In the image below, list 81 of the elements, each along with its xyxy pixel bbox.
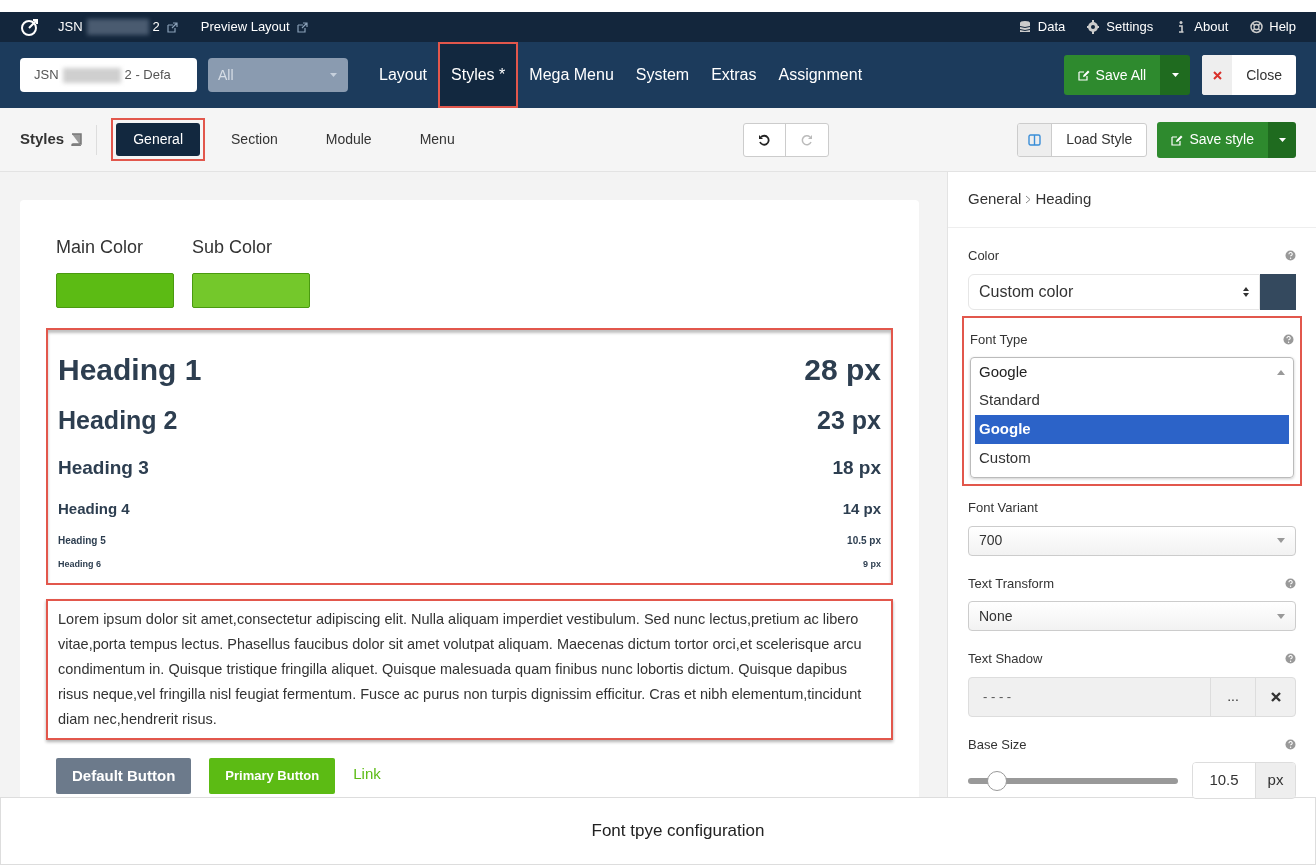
about-menu-link[interactable]: About [1175, 17, 1229, 37]
redacted-block [86, 19, 149, 35]
logo-icon [20, 17, 40, 37]
heading-size: 28 px [804, 351, 881, 388]
caret-down-icon [1277, 136, 1287, 143]
field-label: Base Size [968, 735, 1027, 754]
data-menu-link[interactable]: Data [1018, 17, 1066, 37]
gear-icon [1087, 20, 1101, 34]
dropdown-option[interactable]: Google [975, 415, 1289, 444]
sub-tab[interactable]: Menu [402, 123, 472, 156]
close-icon [1212, 70, 1222, 80]
heading-sample: Heading 2 [58, 405, 178, 437]
undo-icon [758, 133, 771, 146]
select-field[interactable]: 700 [968, 525, 1296, 556]
external-link-icon [295, 20, 309, 34]
lorem-paragraph: Lorem ipsum dolor sit amet,consectetur adipiscing elit. Nulla aliquam imperdiet vestibulum. Sed nunc lectus,pretium ac libero vitae,porta tempus lectus. Phasellus faucibus dolor sit amet volutpat aliquam. Maecenas dictum tortor orci,et scelerisque arcu condimentum in. Quisque tristique fringilla aliquet. Quisque malesuada quam finibus nunc lobortis dictum. Quisque dapibus risus neque,vel fringilla nisl feugiat fermentum. Fusce ac purus non turpis dignissim efficitur. Cras et nibh elementum,tincidunt diam nec,hendrerit risus. [46, 599, 893, 740]
settings-menu-link[interactable]: Settings [1087, 17, 1154, 37]
redacted-block [62, 67, 121, 83]
select-field[interactable]: None [968, 601, 1296, 631]
save-style-dropdown-button[interactable] [1268, 121, 1296, 158]
heading-size: 23 px [817, 405, 881, 437]
caret-down-icon [1277, 538, 1285, 543]
save-all-button[interactable]: Save All [1063, 55, 1161, 95]
load-style-button[interactable]: Load Style [1017, 122, 1148, 157]
color-label: Main Color [56, 236, 145, 259]
slider-thumb[interactable] [987, 770, 1008, 791]
nav-tab[interactable]: Styles * [438, 42, 519, 108]
color-select[interactable]: Custom color [968, 273, 1260, 310]
color-label: Sub Color [192, 236, 274, 259]
nav-tab[interactable]: Extras [700, 42, 768, 108]
nav-tab[interactable]: Layout [368, 42, 439, 108]
nav-tab[interactable]: Assignment [767, 42, 874, 108]
sub-tab[interactable]: General [116, 123, 200, 156]
heading-sample: Heading 4 [58, 498, 130, 519]
slider-track[interactable] [968, 770, 1178, 791]
heading-sample: Heading 5 [58, 533, 106, 548]
edit-icon [1171, 133, 1184, 146]
dropdown-option[interactable]: Standard [975, 386, 1289, 415]
caret-down-icon [1170, 72, 1180, 78]
redo-icon [800, 133, 813, 146]
field-label: Font Type [970, 330, 1028, 349]
help-menu-link[interactable]: Help [1250, 17, 1296, 37]
edit-icon [1077, 69, 1090, 81]
dropdown-option[interactable]: Custom [975, 444, 1289, 473]
heading-size: 9 px [863, 558, 881, 572]
section-title: Styles [20, 129, 65, 150]
caret-down-icon [329, 72, 338, 78]
heading-sample: Heading 6 [58, 558, 101, 572]
field-label: Text Shadow [968, 650, 1043, 668]
heading-sample: Heading 1 [58, 351, 202, 388]
field-label: Color [968, 247, 1000, 265]
save-style-button[interactable]: Save style [1157, 121, 1268, 158]
sub-tab[interactable]: Module [308, 123, 389, 156]
nav-tab[interactable]: System [624, 42, 701, 108]
columns-icon [1028, 133, 1042, 146]
site-name-suffix: 2 [152, 18, 160, 37]
breadcrumb-item[interactable]: General [968, 188, 1022, 211]
nav-tab[interactable]: Mega Menu [518, 42, 625, 108]
sort-arrows-icon [1243, 286, 1249, 297]
close-button[interactable]: Close [1202, 55, 1296, 95]
font-type-select[interactable]: Google [971, 358, 1293, 386]
default-button[interactable]: Default Button [56, 758, 192, 794]
lifebuoy-icon [1250, 20, 1264, 34]
caret-up-icon [1277, 369, 1285, 375]
database-icon [1018, 20, 1032, 34]
heading-size: 18 px [832, 456, 881, 481]
heading-sample: Heading 3 [58, 456, 149, 481]
sub-tab[interactable]: Section [214, 123, 295, 156]
site-name-prefix: JSN [58, 18, 83, 37]
breadcrumb-item: Heading [1035, 189, 1092, 210]
preview-layout-link[interactable]: Preview Layout [200, 17, 290, 37]
heading-size: 14 px [842, 498, 881, 519]
template-field[interactable]: JSN 2 - Defa [20, 58, 197, 92]
caret-down-icon [1277, 613, 1285, 619]
field-label: Font Variant [968, 499, 1038, 517]
figure-caption: Font tpye configuration [590, 820, 765, 843]
chevron-right-icon [1024, 195, 1033, 204]
field-label: Text Transform [968, 574, 1054, 593]
save-all-dropdown-button[interactable] [1160, 55, 1191, 95]
external-link-icon [165, 20, 179, 34]
heading-size: 10.5 px [847, 533, 881, 548]
